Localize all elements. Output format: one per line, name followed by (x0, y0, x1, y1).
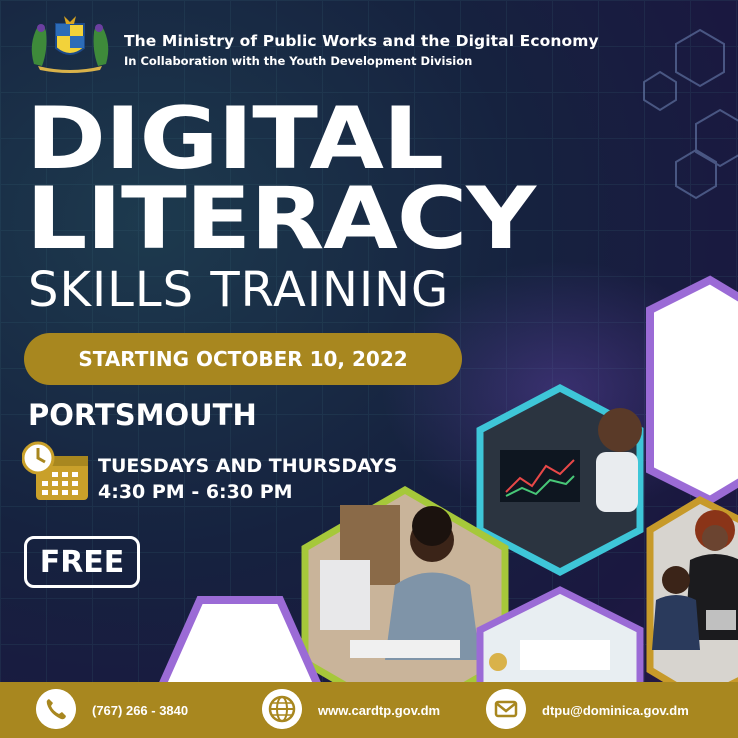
email-address[interactable]: dtpu@dominica.gov.dm (542, 703, 689, 718)
phone-number[interactable]: (767) 266 - 3840 (92, 703, 188, 718)
hex-white-top-right (646, 275, 738, 505)
decorative-hex-outlines (643, 28, 738, 200)
globe-icon (262, 689, 302, 729)
photo-hexagon-collage (155, 28, 738, 738)
phone-icon (36, 689, 76, 729)
training-flyer: The Ministry of Public Works and the Dig… (0, 0, 738, 738)
website-link[interactable]: www.cardtp.gov.dm (318, 703, 440, 718)
mail-icon (486, 689, 526, 729)
